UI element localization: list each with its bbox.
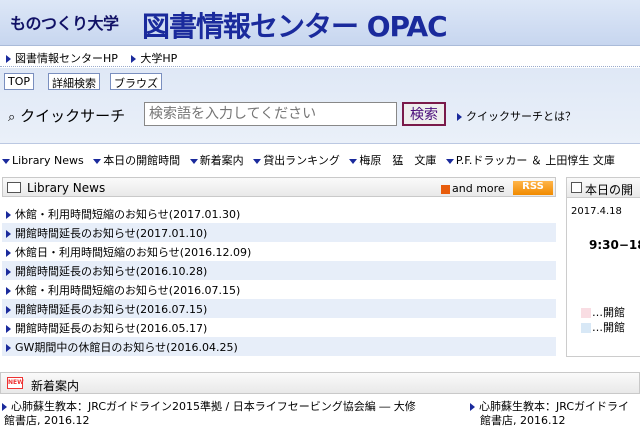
triangle-right-icon: [6, 325, 11, 333]
triangle-right-icon: [6, 268, 11, 276]
quick-search-help-label: クイックサーチとは？: [466, 110, 576, 123]
menu-opening-hours-label: 本日の開館時間: [103, 154, 181, 167]
triangle-right-icon: [6, 344, 11, 352]
search-area: TOP 詳細検索 ブラウズ ⌕ クイックサーチ 検索 クイックサーチとは？: [0, 68, 640, 144]
triangle-right-icon: [131, 55, 137, 63]
news-item-label: 開館時間延長のお知らせ(2016.07.15): [15, 303, 208, 316]
triangle-right-icon: [457, 113, 462, 121]
legend-label: …開館: [592, 321, 625, 334]
link-library-hp-label: 図書情報センターHP: [15, 52, 118, 65]
opening-hours-header: 本日の開: [567, 178, 640, 198]
section-menu: Library News 本日の開館時間 新着案内 貸出ランキング 梅原 猛 文…: [0, 152, 640, 170]
news-item-label: 休館・利用時間短縮のお知らせ(2017.01.30): [15, 208, 241, 221]
legend-item: …開館: [581, 304, 625, 320]
link-university-hp[interactable]: 大学HP: [131, 50, 177, 66]
quick-search-help-link[interactable]: クイックサーチとは？: [457, 108, 576, 124]
triangle-right-icon: [470, 403, 475, 411]
news-item[interactable]: 開館時間延長のお知らせ(2016.07.15): [2, 299, 556, 318]
calendar-icon: [571, 182, 582, 193]
search-input[interactable]: [144, 102, 397, 126]
quick-search-label-text: クイックサーチ: [20, 107, 126, 125]
triangle-right-icon: [6, 287, 11, 295]
and-more-label: and more: [452, 182, 505, 195]
news-item-label: GW期間中の休館日のお知らせ(2016.04.25): [15, 341, 238, 354]
news-item[interactable]: 開館時間延長のお知らせ(2016.10.28): [2, 261, 556, 280]
menu-new-arrivals[interactable]: 新着案内: [189, 152, 244, 168]
menu-umehara-collection-label: 梅原 猛 文庫: [359, 154, 437, 167]
triangle-right-icon: [6, 230, 11, 238]
menu-lending-ranking-label: 貸出ランキング: [263, 154, 340, 167]
news-item-label: 休館・利用時間短縮のお知らせ(2016.07.15): [15, 284, 241, 297]
news-item-label: 休館日・利用時間短縮のお知らせ(2016.12.09): [15, 246, 252, 259]
news-item-label: 開館時間延長のお知らせ(2016.10.28): [15, 265, 208, 278]
menu-library-news-label: Library News: [12, 154, 84, 167]
link-library-hp[interactable]: 図書情報センターHP: [6, 50, 118, 66]
legend-item: …開館: [581, 319, 625, 335]
news-item[interactable]: 開館時間延長のお知らせ(2016.05.17): [2, 318, 556, 337]
menu-lending-ranking[interactable]: 貸出ランキング: [253, 152, 340, 168]
triangle-right-icon: [6, 306, 11, 314]
news-item[interactable]: 休館日・利用時間短縮のお知らせ(2016.12.09): [2, 242, 556, 261]
news-item-label: 開館時間延長のお知らせ(2016.05.17): [15, 322, 208, 335]
tab-advanced-search[interactable]: 詳細検索: [48, 73, 100, 90]
new-arrival-item[interactable]: 心肺蘇生教本：JRCガイドライン2015準拠 / 日本ライフセービング協会編 ―…: [2, 400, 462, 427]
site-title: 図書情報センター OPAC: [142, 10, 448, 43]
triangle-down-icon: [189, 158, 198, 164]
magnifier-icon: ⌕: [8, 110, 16, 125]
triangle-right-icon: [6, 249, 11, 257]
triangle-right-icon: [6, 211, 11, 219]
triangle-right-icon: [2, 403, 7, 411]
news-item[interactable]: 休館・利用時間短縮のお知らせ(2016.07.15): [2, 280, 556, 299]
menu-new-arrivals-label: 新着案内: [199, 154, 244, 167]
menu-umehara-collection[interactable]: 梅原 猛 文庫: [349, 152, 436, 168]
triangle-down-icon: [2, 158, 10, 164]
book-line: 館書店, 2016.12: [480, 414, 566, 427]
quick-search-label: ⌕ クイックサーチ: [8, 105, 125, 126]
triangle-down-icon: [445, 158, 454, 164]
today-hours: 9:30−18: [589, 238, 640, 252]
opening-hours-title: 本日の開: [585, 183, 634, 197]
triangle-down-icon: [93, 158, 102, 164]
today-date: 2017.4.18: [571, 206, 622, 217]
legend-label: …開館: [592, 306, 625, 319]
menu-library-news[interactable]: Library News: [2, 154, 84, 167]
menu-opening-hours[interactable]: 本日の開館時間: [93, 152, 180, 168]
menu-drucker-collection[interactable]: P.F.ドラッカー ＆ 上田惇生 文庫: [445, 152, 615, 168]
new-badge-icon: NEW: [7, 377, 24, 389]
new-arrival-item[interactable]: 心肺蘇生教本：JRCガイドライ 館書店, 2016.12: [470, 400, 640, 427]
opening-hours-panel: 本日の開 2017.4.18 9:30−18 …開館 …開館: [566, 177, 640, 357]
legend-swatch: [581, 323, 591, 333]
tab-browse[interactable]: ブラウズ: [110, 73, 162, 90]
triangle-down-icon: [349, 158, 358, 164]
search-button[interactable]: 検索: [402, 102, 446, 126]
and-more-link[interactable]: and more: [441, 182, 505, 195]
news-item[interactable]: GW期間中の休館日のお知らせ(2016.04.25): [2, 337, 556, 356]
news-item-label: 開館時間延長のお知らせ(2017.01.10): [15, 227, 208, 240]
top-links-bar: 図書情報センターHP 大学HP: [0, 47, 640, 67]
more-square-icon: [441, 184, 450, 194]
news-item[interactable]: 休館・利用時間短縮のお知らせ(2017.01.30): [2, 204, 556, 223]
news-window-icon: [7, 182, 21, 193]
legend-swatch: [581, 308, 591, 318]
menu-drucker-collection-label: P.F.ドラッカー ＆ 上田惇生 文庫: [455, 154, 615, 167]
book-line: 館書店, 2016.12: [4, 414, 90, 427]
book-line: 心肺蘇生教本：JRCガイドライ: [470, 400, 640, 414]
triangle-right-icon: [6, 55, 11, 63]
book-title: 心肺蘇生教本：JRCガイドライ: [479, 400, 630, 413]
news-item[interactable]: 開館時間延長のお知らせ(2017.01.10): [2, 223, 556, 242]
library-news-title: Library News: [27, 181, 106, 195]
site-header: ものつくり大学 図書情報センター OPAC: [0, 0, 640, 46]
book-title: 心肺蘇生教本：JRCガイドライン2015準拠 / 日本ライフセービング協会編 ―…: [11, 400, 416, 413]
university-name: ものつくり大学: [10, 14, 119, 33]
link-university-hp-label: 大学HP: [140, 52, 178, 65]
tab-top[interactable]: TOP: [4, 73, 35, 90]
book-line: 心肺蘇生教本：JRCガイドライン2015準拠 / 日本ライフセービング協会編 ―…: [2, 400, 462, 414]
library-news-header: Library News and more RSS: [2, 177, 556, 197]
triangle-down-icon: [253, 158, 262, 164]
new-arrivals-title: 新着案内: [31, 379, 80, 393]
new-arrivals-header: NEW 新着案内: [0, 372, 640, 394]
rss-button[interactable]: RSS: [513, 181, 553, 195]
library-news-panel: Library News and more RSS 休館・利用時間短縮のお知らせ…: [2, 177, 556, 357]
